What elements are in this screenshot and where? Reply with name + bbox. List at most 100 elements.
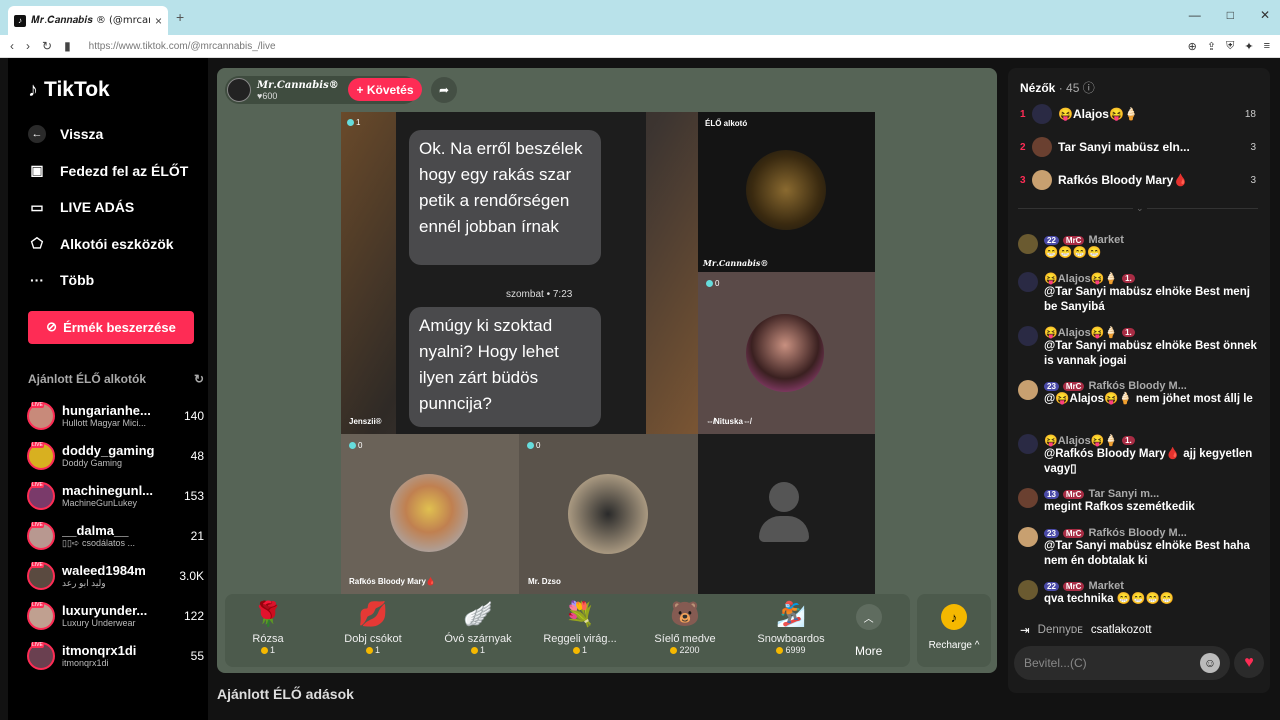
share-icon[interactable]: ➦ [431, 77, 457, 103]
coin-icon [260, 646, 268, 654]
top-viewer[interactable]: 2 Tar Sanyi mabüsz eln... 3 [1020, 135, 1256, 159]
host-avatar [227, 78, 251, 102]
gift-item[interactable]: 🏂 Snowboardos 6999 [741, 600, 841, 655]
main-guest-video: Ok. Na erről beszélek hogy egy rakás sza… [341, 112, 698, 434]
tiktok-note-icon: ♪ [28, 78, 38, 101]
like-heart-button[interactable]: ♥ [1234, 648, 1264, 678]
message-timestamp: szombat • 7:23 [506, 289, 573, 300]
top-viewer[interactable]: 3 Rafkós Bloody Mary🩸 3 [1020, 168, 1256, 192]
gift-item[interactable]: 🐻 Síelő medve 2200 [635, 600, 735, 655]
close-window-button[interactable]: ✕ [1260, 8, 1270, 22]
guest-name: ⇎Nituska⇎ [706, 417, 751, 426]
help-icon[interactable]: ⓘ [1083, 81, 1095, 95]
host-tile-name: 𝑴𝒓.𝑪𝒂𝒏𝒏𝒂𝒃𝒊𝒔® [703, 258, 769, 268]
nav-explore-live[interactable]: ▣ Fedezd fel az ÉLŐT [28, 153, 208, 190]
recommended-creator[interactable]: LIVE itmonqrx1di itmonqrx1di 55 [27, 636, 204, 676]
reload-icon[interactable]: ↻ [42, 39, 52, 53]
back-icon[interactable]: ‹ [10, 39, 14, 53]
recommended-creator[interactable]: LIVE doddy_gaming Doddy Gaming 48 [27, 436, 204, 476]
bookmark-icon[interactable]: ▮ [64, 39, 71, 53]
nav-back[interactable]: ← Vissza [28, 116, 208, 153]
chat-message: 22 MrC Market 😁😁😁😁 [1018, 234, 1258, 261]
get-coins-label: Érmék beszerzése [63, 319, 176, 335]
extensions-toolbar: ⊕ ⇪ ⛨ ✦ ≡ [1188, 40, 1270, 53]
video-grid[interactable]: Ok. Na erről beszélek hogy egy rakás sza… [341, 112, 875, 594]
chat-username[interactable]: 😝Alajos😝🍦 [1044, 326, 1118, 339]
gift-name: Óvó szárnyak [444, 633, 512, 645]
chat-text: @Tar Sanyi mabüsz elnöke Best menj be Sa… [1044, 286, 1250, 313]
chat-username[interactable]: Rafkós Bloody M... [1088, 527, 1186, 539]
chat-text: @😝Alajos😝🍦 nem jöhet most állj le [1044, 393, 1253, 405]
gift-item[interactable]: 🪽 Óvó szárnyak 1 [428, 600, 528, 655]
chat-username[interactable]: 😝Alajos😝🍦 [1044, 272, 1118, 285]
zoom-icon[interactable]: ⊕ [1188, 40, 1197, 53]
chat-username[interactable]: Market [1088, 580, 1123, 592]
chat-username[interactable]: Tar Sanyi m... [1088, 488, 1159, 500]
new-tab-button[interactable]: + [176, 9, 184, 25]
joined-username[interactable]: Dennyᴅᴇ [1038, 624, 1083, 636]
fan-badge: MrC [1062, 489, 1085, 499]
user-avatar [1018, 326, 1038, 346]
chat-input[interactable]: Bevitel...(C) ☺ [1014, 646, 1230, 680]
tab-close-icon[interactable]: × [155, 14, 162, 28]
fan-badge: MrC [1062, 581, 1085, 591]
rank-badge: 1. [1122, 274, 1135, 283]
chat-message: 22 MrC Market qva technika 😁😁😁😁 [1018, 580, 1258, 607]
tiktok-coin-icon: ♪ [941, 604, 967, 630]
gift-item[interactable]: 💐 Reggeli virág... 1 [530, 600, 630, 655]
url-field[interactable]: https://www.tiktok.com/@mrcannabis_/live [89, 41, 1176, 52]
gift-item[interactable]: 🌹 Rózsa 1 [218, 600, 318, 655]
live-badge: LIVE [31, 401, 44, 408]
empty-guest-slot[interactable] [698, 434, 875, 594]
gift-name: Dobj csókot [344, 633, 402, 645]
calendar-live-icon: ▣ [30, 162, 44, 179]
viewer-name: Tar Sanyi mabüsz eln... [1058, 140, 1190, 154]
refresh-icon[interactable]: ↻ [194, 372, 204, 386]
fan-badge: MrC [1062, 528, 1085, 538]
browser-tab[interactable]: ♪ 𝑴𝒓.𝑪𝒂𝒏𝒏𝒂𝒃𝒊𝒔 ® (@mrcann × [8, 6, 168, 35]
nav-more[interactable]: ··· Több [28, 262, 208, 299]
coin-icon [776, 646, 784, 654]
coin-icon: ⊘ [46, 319, 58, 334]
recommended-creator[interactable]: LIVE waleed1984m وليد ابو رعد 3.0K [27, 556, 204, 596]
top-viewer[interactable]: 1 😝Alajos😝🍦 18 [1020, 102, 1256, 126]
tiktok-logo[interactable]: ♪ TikTok [28, 78, 208, 102]
level-badge: 22 [1044, 581, 1059, 591]
gift-price-value: 1 [374, 645, 380, 655]
recommended-creator[interactable]: LIVE __dalma__ ▯▯➪ csodálatos ... 21 [27, 516, 204, 556]
menu-icon[interactable]: ≡ [1264, 40, 1270, 53]
chat-username[interactable]: Rafkós Bloody M... [1088, 380, 1186, 392]
live-badge: LIVE [31, 561, 44, 568]
share-icon[interactable]: ⇪ [1207, 40, 1216, 53]
recharge-button[interactable]: ♪ Recharge ^ [917, 594, 991, 667]
forward-icon[interactable]: › [26, 39, 30, 53]
nav-creator-tools[interactable]: ⬠ Alkotói eszközök [28, 226, 208, 263]
chat-username[interactable]: Market [1088, 234, 1123, 246]
like-dot-icon [706, 280, 713, 287]
recommended-creator[interactable]: LIVE hungarianhe... Hullott Magyar Mici..… [27, 396, 204, 436]
shield-icon[interactable]: ⛨ [1226, 40, 1234, 53]
placeholder-body-icon [759, 516, 809, 542]
chat-username[interactable]: 😝Alajos😝🍦 [1044, 434, 1118, 447]
rose-icon: 🌹 [253, 601, 283, 628]
avatar: LIVE [27, 481, 55, 510]
recommended-creator[interactable]: LIVE luxuryunder... Luxury Underwear 122 [27, 596, 204, 636]
emoji-icon[interactable]: ☺ [1200, 653, 1220, 673]
chat-message: 😝Alajos😝🍦 1. @Rafkós Bloody Mary🩸 ajj keg… [1018, 434, 1258, 477]
viewer-count: 140 [183, 408, 204, 423]
nav-live-broadcast[interactable]: ▭ LIVE ADÁS [28, 189, 208, 226]
chevron-down-icon[interactable]: ⌄ [1133, 203, 1147, 214]
chat-text: @Tar Sanyi mabüsz elnöke Best önnek is v… [1044, 340, 1257, 367]
follow-button[interactable]: + Követés [348, 78, 422, 101]
guest-like-count: 1 [347, 118, 360, 127]
avatar: LIVE [27, 641, 55, 670]
recommended-creator[interactable]: LIVE machinegunl... MachineGunLukey 153 [27, 476, 204, 516]
more-gifts-button[interactable]: ︿ More [855, 604, 882, 658]
gift-item[interactable]: 💋 Dobj csókot 1 [323, 600, 423, 655]
count-value: 0 [715, 279, 720, 288]
get-coins-button[interactable]: ⊘ Érmék beszerzése [28, 310, 194, 344]
avatar: LIVE [27, 521, 55, 550]
minimize-button[interactable]: — [1189, 8, 1201, 22]
maximize-button[interactable]: □ [1227, 8, 1234, 22]
puzzle-icon[interactable]: ✦ [1244, 40, 1253, 53]
